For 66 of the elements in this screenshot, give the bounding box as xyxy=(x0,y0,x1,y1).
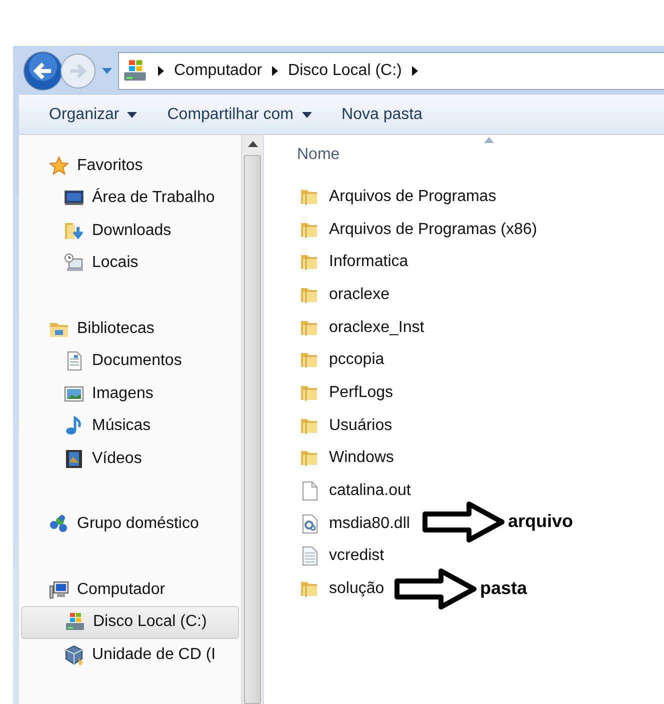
file-item[interactable]: msdia80.dll xyxy=(264,507,414,540)
nav-group-item[interactable]: Favoritos xyxy=(19,150,239,182)
folder-icon xyxy=(300,350,320,370)
nav-item[interactable]: Imagens xyxy=(19,378,239,410)
nav-item[interactable]: Área de Trabalho xyxy=(19,182,239,214)
folder-icon xyxy=(300,448,320,468)
file-item[interactable]: oraclexe_Inst xyxy=(264,311,428,344)
back-button[interactable] xyxy=(23,50,63,91)
file-item[interactable]: vcredist xyxy=(264,540,388,573)
scrollbar[interactable] xyxy=(241,134,263,704)
breadcrumb-arrow-icon xyxy=(158,66,164,76)
toolbar-button[interactable]: Organizar xyxy=(47,102,140,128)
folder-icon xyxy=(300,579,320,600)
nav-item[interactable]: Disco Local (C:) xyxy=(21,606,239,638)
picture-icon xyxy=(64,384,84,404)
nav-group-item[interactable]: Bibliotecas xyxy=(19,312,239,345)
cube-icon xyxy=(64,644,84,665)
file-item[interactable]: Arquivos de Programas xyxy=(264,180,500,214)
drive-icon xyxy=(65,612,85,632)
file-item[interactable]: Usuários xyxy=(264,409,396,442)
drive-icon xyxy=(122,58,148,83)
toolbar-button[interactable]: Compartilhar com xyxy=(165,102,314,128)
nav-item[interactable]: Vídeos xyxy=(19,442,239,475)
computer-icon xyxy=(49,580,69,600)
breadcrumb-arrow-icon xyxy=(412,66,418,76)
nav-group-item[interactable]: Grupo doméstico xyxy=(19,508,239,540)
nav-item[interactable]: Locais xyxy=(19,247,239,280)
film-icon xyxy=(64,448,84,469)
nav-item[interactable]: Músicas xyxy=(19,410,239,442)
arrow-icon xyxy=(394,568,478,610)
nav-group-item[interactable]: Computador xyxy=(19,574,239,606)
star-icon xyxy=(49,156,69,176)
address-bar[interactable]: Computador Disco Local (C:) xyxy=(118,52,664,90)
annotation-label: arquivo xyxy=(508,511,574,532)
nav-item[interactable]: Unidade de CD (I xyxy=(19,638,239,671)
dropdown-caret-icon xyxy=(127,112,138,118)
nav-item[interactable]: Documentos xyxy=(19,345,239,378)
scroll-up-arrow-icon[interactable] xyxy=(248,140,258,146)
annotation-label: pasta xyxy=(480,578,528,599)
dropdown-caret-icon xyxy=(302,112,312,118)
file-icon xyxy=(300,481,320,502)
file-item[interactable]: Windows xyxy=(264,442,398,475)
nav-item[interactable]: Downloads xyxy=(19,214,239,247)
arrow-icon xyxy=(422,500,506,542)
folder-icon xyxy=(300,252,320,272)
file-item[interactable]: oraclexe xyxy=(264,278,394,312)
file-item[interactable]: Informatica xyxy=(264,246,412,279)
file-item[interactable]: catalina.out xyxy=(264,474,415,508)
sort-caret-icon xyxy=(484,136,494,142)
history-dropdown-icon[interactable] xyxy=(102,66,112,75)
download-folder-icon xyxy=(64,220,84,241)
homegroup-icon xyxy=(49,514,69,534)
file-item[interactable]: pccopia xyxy=(264,344,388,377)
breadcrumb-arrow-icon xyxy=(272,66,278,76)
text-file-icon xyxy=(300,546,320,566)
file-item[interactable]: solução xyxy=(264,572,388,606)
breadcrumb[interactable]: Computador xyxy=(174,62,262,80)
toolbar-button[interactable]: Nova pasta xyxy=(340,102,424,128)
recent-places-icon xyxy=(64,253,84,274)
file-item[interactable]: PerfLogs xyxy=(264,376,398,410)
music-note-icon xyxy=(64,416,84,436)
forward-button[interactable] xyxy=(59,52,97,90)
name-column-header[interactable]: Nome xyxy=(297,146,340,164)
gear-file-icon xyxy=(300,514,320,534)
file-item[interactable]: Arquivos de Programas (x86) xyxy=(264,213,542,246)
breadcrumb[interactable]: Disco Local (C:) xyxy=(288,62,402,80)
